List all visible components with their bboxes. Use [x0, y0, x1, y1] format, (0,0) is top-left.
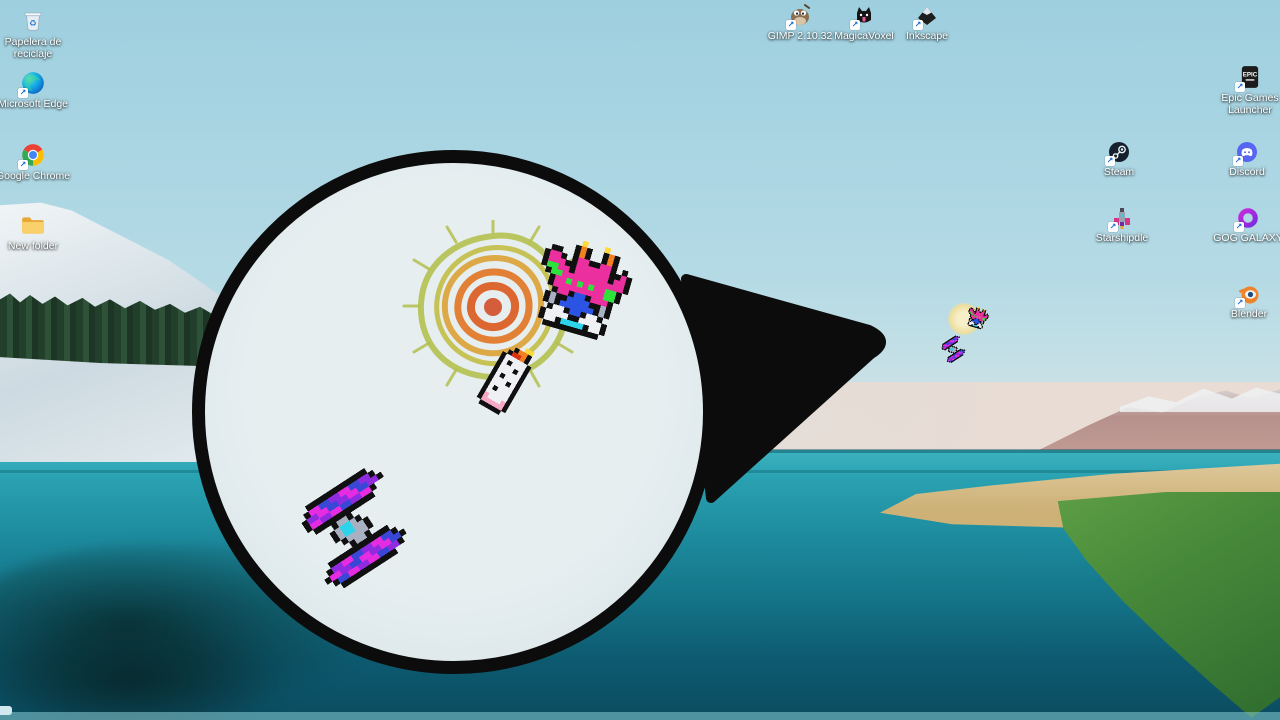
steam-icon: ↗	[1107, 140, 1131, 164]
wallpaper-bottom-glow	[0, 712, 1280, 720]
shortcut-arrow-badge: ↗	[1235, 82, 1245, 92]
svg-text:♻: ♻	[29, 19, 37, 29]
shortcut-arrow-badge: ↗	[18, 88, 28, 98]
shortcut-arrow-badge: ↗	[913, 20, 923, 30]
icon-label: New folder	[8, 240, 58, 252]
desktop-icon-inkscape[interactable]: ↗ Inkscape	[889, 4, 965, 42]
shortcut-arrow-badge: ↗	[1233, 156, 1243, 166]
google-chrome-icon: ↗	[20, 142, 46, 168]
wallpaper-reflection	[0, 620, 280, 720]
icon-label: Epic Games Launcher	[1212, 92, 1280, 116]
icon-label: MagicaVoxel	[834, 30, 894, 42]
discord-icon: ↗	[1235, 140, 1259, 164]
epic-games-icon: EPIC ↗	[1237, 64, 1263, 90]
magnifier-circle	[192, 150, 716, 674]
icon-label: Microsoft Edge	[0, 98, 68, 110]
icon-label: Google Chrome	[0, 170, 70, 182]
shortcut-arrow-badge: ↗	[1234, 222, 1244, 232]
icon-label: Steam	[1104, 166, 1134, 178]
inkscape-icon: ↗	[915, 4, 939, 28]
shortcut-arrow-badge: ↗	[1105, 156, 1115, 166]
desktop-icon-gog-galaxy[interactable]: ↗ GOG GALAXY	[1210, 206, 1280, 244]
microsoft-edge-icon: ↗	[20, 70, 46, 96]
icon-label: Blender	[1231, 308, 1267, 320]
desktop-icon-steam[interactable]: ↗ Steam	[1081, 140, 1157, 178]
starshipdle-icon: ↗	[1110, 206, 1134, 230]
magicavoxel-icon: ↗	[852, 4, 876, 28]
blender-icon: ↗	[1237, 282, 1261, 306]
icon-label: Starshipdle	[1096, 232, 1149, 244]
shortcut-arrow-badge: ↗	[786, 20, 796, 30]
shortcut-arrow-badge: ↗	[850, 20, 860, 30]
gimp-icon: ↗	[788, 4, 812, 28]
recycle-bin-icon: ♻	[20, 8, 46, 34]
icon-label: GIMP 2.10.32	[768, 30, 833, 42]
shortcut-arrow-badge: ↗	[1108, 222, 1118, 232]
desktop-icon-discord[interactable]: ↗ Discord	[1209, 140, 1280, 178]
icon-label: Papelera de reciclaje	[0, 36, 71, 60]
shortcut-arrow-badge: ↗	[1235, 298, 1245, 308]
desktop-icon-recycle-bin[interactable]: ♻ Papelera de reciclaje	[0, 8, 71, 60]
desktop-icon-google-chrome[interactable]: ↗ Google Chrome	[0, 142, 71, 182]
epic-logo-text: EPIC	[1243, 71, 1258, 78]
shortcut-arrow-badge: ↗	[18, 160, 28, 170]
folder-icon	[20, 212, 46, 238]
desktop-icon-blender[interactable]: ↗ Blender	[1211, 282, 1280, 320]
desktop: ♻ Papelera de reciclaje ↗ Microsoft Edge…	[0, 0, 1280, 720]
icon-label: GOG GALAXY	[1213, 232, 1280, 244]
icon-label: Inkscape	[906, 30, 948, 42]
desktop-icon-epic-games-launcher[interactable]: EPIC ↗ Epic Games Launcher	[1212, 64, 1280, 116]
desktop-icon-starshipdle[interactable]: ↗ Starshipdle	[1084, 206, 1160, 244]
gog-galaxy-icon: ↗	[1236, 206, 1260, 230]
desktop-icon-microsoft-edge[interactable]: ↗ Microsoft Edge	[0, 70, 71, 110]
desktop-icon-new-folder[interactable]: New folder	[0, 212, 71, 252]
icon-label: Discord	[1229, 166, 1265, 178]
bottom-left-artifact	[0, 706, 12, 715]
